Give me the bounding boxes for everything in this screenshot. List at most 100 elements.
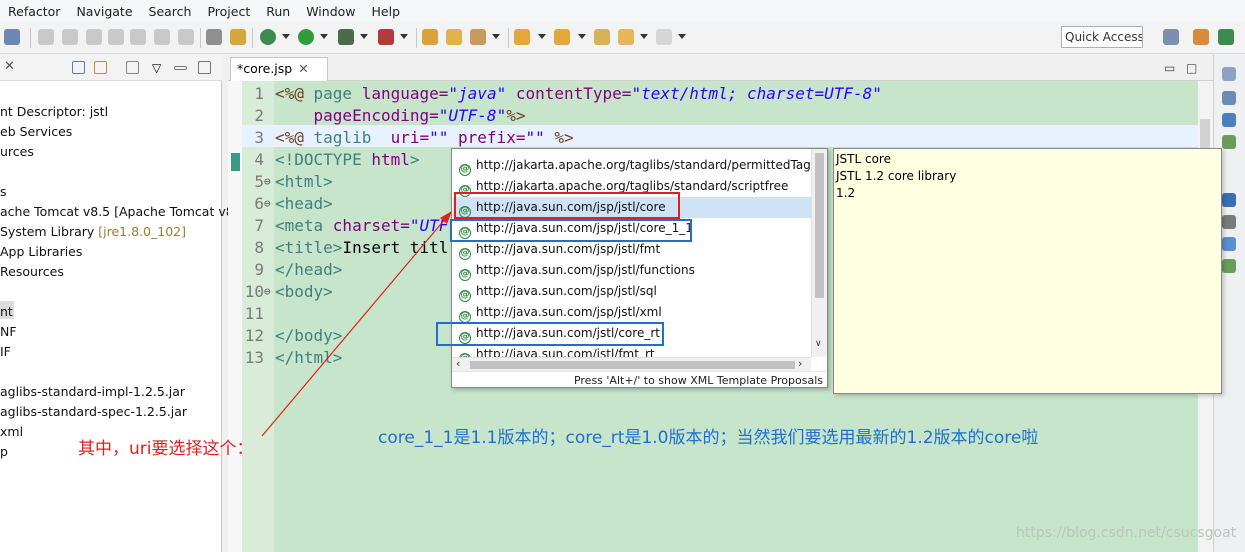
- java-ee-perspective-icon[interactable]: [1193, 29, 1209, 45]
- step-into-icon[interactable]: [130, 29, 146, 45]
- chevron-down-icon[interactable]: [640, 34, 648, 39]
- previous-annotation-icon[interactable]: [554, 29, 570, 45]
- menu-run[interactable]: Run: [258, 4, 298, 19]
- scrollbar-thumb[interactable]: [815, 153, 824, 298]
- last-edit-location-icon[interactable]: [594, 29, 610, 45]
- open-folder-icon[interactable]: [446, 29, 462, 45]
- tree-item[interactable]: NF: [0, 323, 17, 341]
- drop-to-frame-icon[interactable]: [206, 29, 222, 45]
- maximize-icon[interactable]: □: [1186, 61, 1197, 75]
- chevron-left-icon[interactable]: ‹: [456, 357, 460, 370]
- tree-item[interactable]: App Libraries: [0, 243, 82, 261]
- chevron-down-icon[interactable]: [360, 34, 368, 39]
- code-line[interactable]: <!DOCTYPE html>: [275, 149, 420, 171]
- terminate-icon[interactable]: [86, 29, 102, 45]
- tree-item[interactable]: nt: [0, 303, 13, 321]
- step-return-icon[interactable]: [178, 29, 194, 45]
- search-tool-icon[interactable]: [470, 29, 486, 45]
- expressions-icon[interactable]: [1222, 135, 1236, 149]
- proposal-item[interactable]: @ http://jakarta.apache.org/taglibs/stand…: [453, 155, 811, 176]
- run-icon[interactable]: [298, 29, 314, 45]
- breakpoints-icon[interactable]: [1222, 113, 1236, 127]
- problems-icon[interactable]: [1222, 237, 1236, 251]
- tree-item[interactable]: aglibs-standard-impl-1.2.5.jar: [0, 383, 185, 401]
- code-line[interactable]: </body>: [275, 325, 342, 347]
- servers-icon[interactable]: [1222, 259, 1236, 273]
- debug-icon[interactable]: [260, 29, 276, 45]
- pin-icon[interactable]: [4, 29, 20, 45]
- next-annotation-icon[interactable]: [514, 29, 530, 45]
- chevron-down-icon[interactable]: [320, 34, 328, 39]
- outline-icon[interactable]: [1222, 193, 1236, 207]
- console-icon[interactable]: [1222, 215, 1236, 229]
- code-line[interactable]: <%@ taglib uri="" prefix="" %>: [275, 127, 574, 149]
- coverage-icon[interactable]: [338, 29, 354, 45]
- chevron-down-icon[interactable]: [578, 34, 586, 39]
- tree-item[interactable]: p: [0, 443, 8, 461]
- step-over-icon[interactable]: [154, 29, 170, 45]
- menu-project[interactable]: Project: [199, 4, 258, 19]
- quick-access-field[interactable]: Quick Access: [1061, 26, 1143, 48]
- use-step-filters-icon[interactable]: [230, 29, 246, 45]
- code-line[interactable]: </html>: [275, 347, 342, 369]
- back-arrow-icon[interactable]: [618, 29, 634, 45]
- code-line[interactable]: </head>: [275, 259, 342, 281]
- fold-toggle-icon[interactable]: ⊖: [264, 281, 271, 303]
- tree-item[interactable]: nt Descriptor: jstl: [0, 103, 108, 121]
- link-with-editor-icon[interactable]: [94, 61, 107, 74]
- proposal-item[interactable]: @ http://java.sun.com/jsp/jstl/sql: [453, 281, 811, 302]
- forward-arrow-icon[interactable]: [656, 29, 672, 45]
- menu-navigate[interactable]: Navigate: [68, 4, 140, 19]
- maximize-icon[interactable]: [198, 61, 211, 74]
- external-tools-icon[interactable]: [378, 29, 394, 45]
- proposals-vertical-scrollbar[interactable]: ∨: [811, 149, 827, 357]
- chevron-down-icon[interactable]: [492, 34, 500, 39]
- resume-icon[interactable]: [38, 29, 54, 45]
- minimize-icon[interactable]: ▭: [1164, 61, 1175, 75]
- fold-toggle-icon[interactable]: ⊖: [264, 171, 271, 193]
- proposal-item[interactable]: @ http://java.sun.com/jsp/jstl/xml: [453, 302, 811, 323]
- fold-toggle-icon[interactable]: ⊖: [264, 193, 271, 215]
- code-line[interactable]: <body>: [275, 281, 333, 303]
- new-server-icon[interactable]: [422, 29, 438, 45]
- chevron-down-icon[interactable]: [538, 34, 546, 39]
- code-line[interactable]: <%@ page language="java" contentType="te…: [275, 83, 882, 105]
- menu-window[interactable]: Window: [298, 4, 363, 19]
- view-menu-icon[interactable]: ▽: [152, 61, 165, 75]
- code-line[interactable]: <meta charset="UTF: [275, 215, 448, 237]
- code-line[interactable]: pageEncoding="UTF-8"%>: [275, 105, 526, 127]
- chevron-right-icon[interactable]: ›: [798, 357, 802, 370]
- chevron-down-icon[interactable]: [282, 34, 290, 39]
- tree-item[interactable]: aglibs-standard-spec-1.2.5.jar: [0, 403, 187, 421]
- menu-search[interactable]: Search: [141, 4, 200, 19]
- disconnect-icon[interactable]: [108, 29, 124, 45]
- tree-item[interactable]: eb Services: [0, 123, 72, 141]
- chevron-down-icon[interactable]: ∨: [815, 339, 822, 349]
- menu-help[interactable]: Help: [364, 4, 409, 19]
- tree-item[interactable]: urces: [0, 143, 34, 161]
- open-perspective-icon[interactable]: [1163, 29, 1179, 45]
- menu-refactor[interactable]: Refactor: [0, 4, 68, 19]
- tree-item[interactable]: System Library [jre1.8.0_102]: [0, 223, 186, 241]
- proposals-horizontal-scrollbar[interactable]: ‹ ›: [452, 357, 811, 371]
- tree-item[interactable]: ache Tomcat v8.5 [Apache Tomcat v8.5]: [0, 203, 251, 221]
- filter-icon[interactable]: [126, 61, 139, 74]
- code-line[interactable]: <head>: [275, 193, 333, 215]
- restore-icon[interactable]: [1222, 67, 1236, 81]
- proposal-item[interactable]: @ http://java.sun.com/jsp/jstl/functions: [453, 260, 811, 281]
- minimize-icon[interactable]: [174, 66, 187, 70]
- variables-icon[interactable]: [1222, 91, 1236, 105]
- suspend-icon[interactable]: [62, 29, 78, 45]
- code-line[interactable]: <title>Insert titl: [275, 237, 448, 259]
- tree-item[interactable]: Resources: [0, 263, 64, 281]
- collapse-all-icon[interactable]: [72, 61, 85, 74]
- tree-item[interactable]: xml: [0, 423, 23, 441]
- close-icon[interactable]: ✕: [298, 61, 308, 76]
- tab-core-jsp[interactable]: *core.jsp ✕: [230, 57, 328, 81]
- proposal-item[interactable]: @ http://java.sun.com/jsp/jstl/fmt: [453, 239, 811, 260]
- chevron-down-icon[interactable]: [678, 34, 686, 39]
- scrollbar-thumb[interactable]: [470, 361, 795, 369]
- close-icon[interactable]: ✕: [4, 59, 15, 74]
- debug-perspective-icon[interactable]: [1218, 29, 1234, 45]
- tree-item[interactable]: s: [0, 183, 7, 201]
